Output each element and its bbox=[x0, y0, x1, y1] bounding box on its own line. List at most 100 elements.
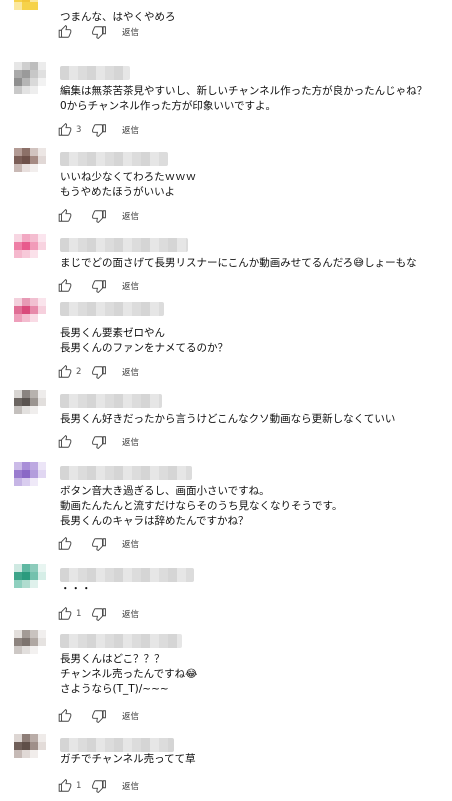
author-name-blurred[interactable] bbox=[60, 738, 174, 752]
avatar[interactable] bbox=[14, 462, 46, 494]
avatar[interactable] bbox=[14, 298, 46, 330]
comment-text: 長男くん要素ゼロやん長男くんのファンをナメてるのか？ bbox=[60, 326, 228, 356]
thumb-down-icon[interactable] bbox=[92, 209, 106, 223]
comment-line: 長男くんはどこ？？？ bbox=[60, 653, 165, 665]
avatar[interactable] bbox=[14, 148, 46, 180]
comment-text: 編集は無茶苦茶見やすいし、新しいチャンネル作った方が良かったんじゃね？ 0からチャ… bbox=[60, 84, 427, 114]
comment-line: まじでどの面さげて長男リスナーにこんか動画みせてるんだろ😅しょーもな bbox=[60, 257, 417, 269]
comment-item: いいね少なくてわろたｗｗｗ もうやめたほうがいいよ返信 bbox=[0, 148, 452, 226]
reply-button[interactable]: 返信 bbox=[122, 710, 139, 722]
comment-actions: 返信 bbox=[58, 536, 139, 552]
avatar[interactable] bbox=[14, 630, 46, 662]
comment-item: まじでどの面さげて長男リスナーにこんか動画みせてるんだろ😅しょーもな返信 bbox=[0, 234, 452, 296]
comment-item: つまんな、はやくやめろ返信 bbox=[0, 0, 452, 42]
avatar[interactable] bbox=[14, 0, 46, 18]
thumb-up-icon[interactable] bbox=[58, 607, 72, 621]
avatar[interactable] bbox=[14, 390, 46, 422]
comment-text: 長男くんはどこ？？？ チャンネル売ったんですね😂 さようなら(T_T)/~~~ bbox=[60, 652, 197, 697]
like-count: 2 bbox=[76, 367, 82, 377]
comment-actions: 1 返信 bbox=[58, 778, 139, 794]
comment-line: 長男くんのキャラは辞めたんですかね？ bbox=[60, 515, 249, 527]
comment-line: もうやめたほうがいいよ bbox=[60, 186, 175, 198]
comment-actions: 1 返信 bbox=[58, 606, 139, 622]
comment-actions: 返信 bbox=[58, 434, 139, 450]
comment-line: 編集は無茶苦茶見やすいし、新しいチャンネル作った方が良かったんじゃね？ bbox=[60, 85, 428, 97]
avatar[interactable] bbox=[14, 234, 46, 266]
comment-text: いいね少なくてわろたｗｗｗ もうやめたほうがいいよ bbox=[60, 170, 196, 200]
comment-text: ガチでチャンネル売ってて草 bbox=[60, 752, 196, 767]
thumb-up-icon[interactable] bbox=[58, 709, 72, 723]
comment-item: 編集は無茶苦茶見やすいし、新しいチャンネル作った方が良かったんじゃね？ 0からチャ… bbox=[0, 62, 452, 140]
comment-line: ガチでチャンネル売ってて草 bbox=[60, 753, 196, 765]
comment-line: 動画たんたんと流すだけならそのうち見なくなりそうです。 bbox=[60, 500, 343, 512]
author-name-blurred[interactable] bbox=[60, 238, 188, 252]
comment-actions: 返信 bbox=[58, 278, 139, 294]
reply-button[interactable]: 返信 bbox=[122, 26, 139, 38]
comment-line: 0からチャンネル作った方が印象いいですよ。 bbox=[60, 100, 277, 112]
comment-text: つまんな、はやくやめろ bbox=[60, 10, 176, 25]
thumb-down-icon[interactable] bbox=[92, 365, 106, 379]
thumb-up-icon[interactable] bbox=[58, 365, 72, 379]
thumb-up-icon[interactable] bbox=[58, 537, 72, 551]
comment-item: 長男くんはどこ？？？ チャンネル売ったんですね😂 さようなら(T_T)/~~~ 返信 bbox=[0, 630, 452, 726]
comment-item: ボタン音大き過ぎるし、画面小さいですね。動画たんたんと流すだけならそのうち見なく… bbox=[0, 462, 452, 554]
comment-line: チャンネル売ったんですね😂 bbox=[60, 668, 198, 680]
author-name-blurred[interactable] bbox=[60, 634, 182, 648]
author-name-blurred[interactable] bbox=[60, 466, 192, 480]
reply-button[interactable]: 返信 bbox=[122, 436, 139, 448]
thumb-up-icon[interactable] bbox=[58, 209, 72, 223]
comment-text: まじでどの面さげて長男リスナーにこんか動画みせてるんだろ😅しょーもな bbox=[60, 256, 417, 271]
comment-item: ガチでチャンネル売ってて草 1 返信 bbox=[0, 734, 452, 796]
thumb-down-icon[interactable] bbox=[92, 607, 106, 621]
author-name-blurred[interactable] bbox=[60, 394, 162, 408]
author-name-blurred[interactable] bbox=[60, 302, 164, 316]
comment-item: ・・・ 1 返信 bbox=[0, 564, 452, 624]
comment-line: 長男くんのファンをナメてるのか？ bbox=[60, 342, 228, 354]
comment-line: 長男くん要素ゼロやん bbox=[60, 327, 165, 339]
thumb-down-icon[interactable] bbox=[92, 279, 106, 293]
reply-button[interactable]: 返信 bbox=[122, 608, 139, 620]
reply-button[interactable]: 返信 bbox=[122, 538, 139, 550]
author-name-blurred[interactable] bbox=[60, 152, 168, 166]
comment-text: 長男くん好きだったから言うけどこんなクソ動画なら更新しなくていい bbox=[60, 412, 395, 427]
reply-button[interactable]: 返信 bbox=[122, 210, 139, 222]
comment-line: さようなら(T_T)/~~~ bbox=[60, 683, 169, 695]
avatar[interactable] bbox=[14, 734, 46, 766]
comment-actions: 返信 bbox=[58, 24, 139, 40]
avatar[interactable] bbox=[14, 564, 46, 596]
reply-button[interactable]: 返信 bbox=[122, 124, 139, 136]
comment-line: いいね少なくてわろたｗｗｗ bbox=[60, 171, 197, 183]
thumb-up-icon[interactable] bbox=[58, 779, 72, 793]
like-count: 1 bbox=[76, 609, 82, 619]
thumb-down-icon[interactable] bbox=[92, 779, 106, 793]
thumb-up-icon[interactable] bbox=[58, 435, 72, 449]
comment-item: 長男くん要素ゼロやん長男くんのファンをナメてるのか？ 2 返信 bbox=[0, 298, 452, 382]
author-name-blurred[interactable] bbox=[60, 66, 130, 80]
thumb-down-icon[interactable] bbox=[92, 123, 106, 137]
comment-text: ・・・ bbox=[60, 582, 92, 597]
avatar[interactable] bbox=[14, 62, 46, 94]
comment-actions: 返信 bbox=[58, 708, 139, 724]
thumb-down-icon[interactable] bbox=[92, 537, 106, 551]
author-name-blurred[interactable] bbox=[60, 568, 194, 582]
reply-button[interactable]: 返信 bbox=[122, 280, 139, 292]
reply-button[interactable]: 返信 bbox=[122, 780, 139, 792]
thumb-down-icon[interactable] bbox=[92, 435, 106, 449]
comment-text: ボタン音大き過ぎるし、画面小さいですね。動画たんたんと流すだけならそのうち見なく… bbox=[60, 484, 342, 529]
comment-line: ・・・ bbox=[60, 583, 92, 595]
comment-actions: 3 返信 bbox=[58, 122, 139, 138]
comment-item: 長男くん好きだったから言うけどこんなクソ動画なら更新しなくていい返信 bbox=[0, 390, 452, 452]
reply-button[interactable]: 返信 bbox=[122, 366, 139, 378]
thumb-down-icon[interactable] bbox=[92, 25, 106, 39]
comment-actions: 返信 bbox=[58, 208, 139, 224]
like-count: 1 bbox=[76, 781, 82, 791]
like-count: 3 bbox=[76, 125, 82, 135]
thumb-up-icon[interactable] bbox=[58, 279, 72, 293]
comment-line: つまんな、はやくやめろ bbox=[60, 11, 176, 23]
thumb-up-icon[interactable] bbox=[58, 25, 72, 39]
comment-line: 長男くん好きだったから言うけどこんなクソ動画なら更新しなくていい bbox=[60, 413, 396, 425]
thumb-up-icon[interactable] bbox=[58, 123, 72, 137]
comment-line: ボタン音大き過ぎるし、画面小さいですね。 bbox=[60, 485, 270, 497]
thumb-down-icon[interactable] bbox=[92, 709, 106, 723]
comment-actions: 2 返信 bbox=[58, 364, 139, 380]
